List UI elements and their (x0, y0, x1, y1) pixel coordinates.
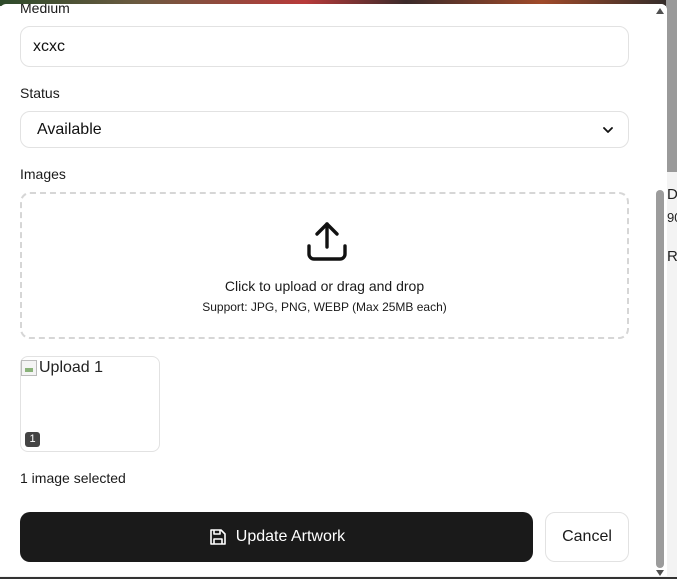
edit-artwork-modal: Medium xcxc Status Available Images Clic… (0, 4, 667, 576)
broken-image: Upload 1 (21, 359, 103, 377)
status-select[interactable]: Available (20, 111, 629, 148)
upload-title: Click to upload or drag and drop (224, 278, 425, 294)
thumbnail-alt-text: Upload 1 (39, 359, 104, 376)
background-card-meta: R (667, 248, 677, 265)
background-card-title: D (667, 186, 677, 203)
update-artwork-button[interactable]: Update Artwork (20, 512, 533, 562)
thumbnail-index-badge: 1 (25, 432, 40, 447)
upload-hint: Support: JPG, PNG, WEBP (Max 25MB each) (202, 300, 447, 314)
chevron-down-icon (602, 124, 614, 136)
save-icon (208, 527, 228, 547)
image-upload-dropzone[interactable]: Click to upload or drag and drop Support… (20, 192, 629, 339)
status-label: Status (20, 85, 60, 101)
medium-label: Medium (20, 4, 70, 16)
cancel-label: Cancel (562, 528, 612, 545)
cancel-button[interactable]: Cancel (545, 512, 629, 562)
image-thumbnail[interactable]: Upload 1 1 (20, 356, 160, 452)
scroll-down-arrow[interactable] (655, 570, 665, 576)
images-label: Images (20, 166, 66, 182)
upload-icon (305, 220, 349, 264)
broken-image-icon (21, 360, 37, 376)
status-select-value: Available (37, 120, 102, 138)
update-artwork-label: Update Artwork (235, 528, 346, 545)
medium-input[interactable]: xcxc (20, 26, 629, 67)
scroll-up-arrow[interactable] (655, 8, 665, 16)
medium-input-value: xcxc (33, 37, 65, 55)
background-card-price: 90 (667, 210, 677, 225)
scrollbar-thumb[interactable] (656, 190, 664, 568)
background-card-image (666, 0, 677, 172)
images-selected-count: 1 image selected (20, 470, 126, 486)
